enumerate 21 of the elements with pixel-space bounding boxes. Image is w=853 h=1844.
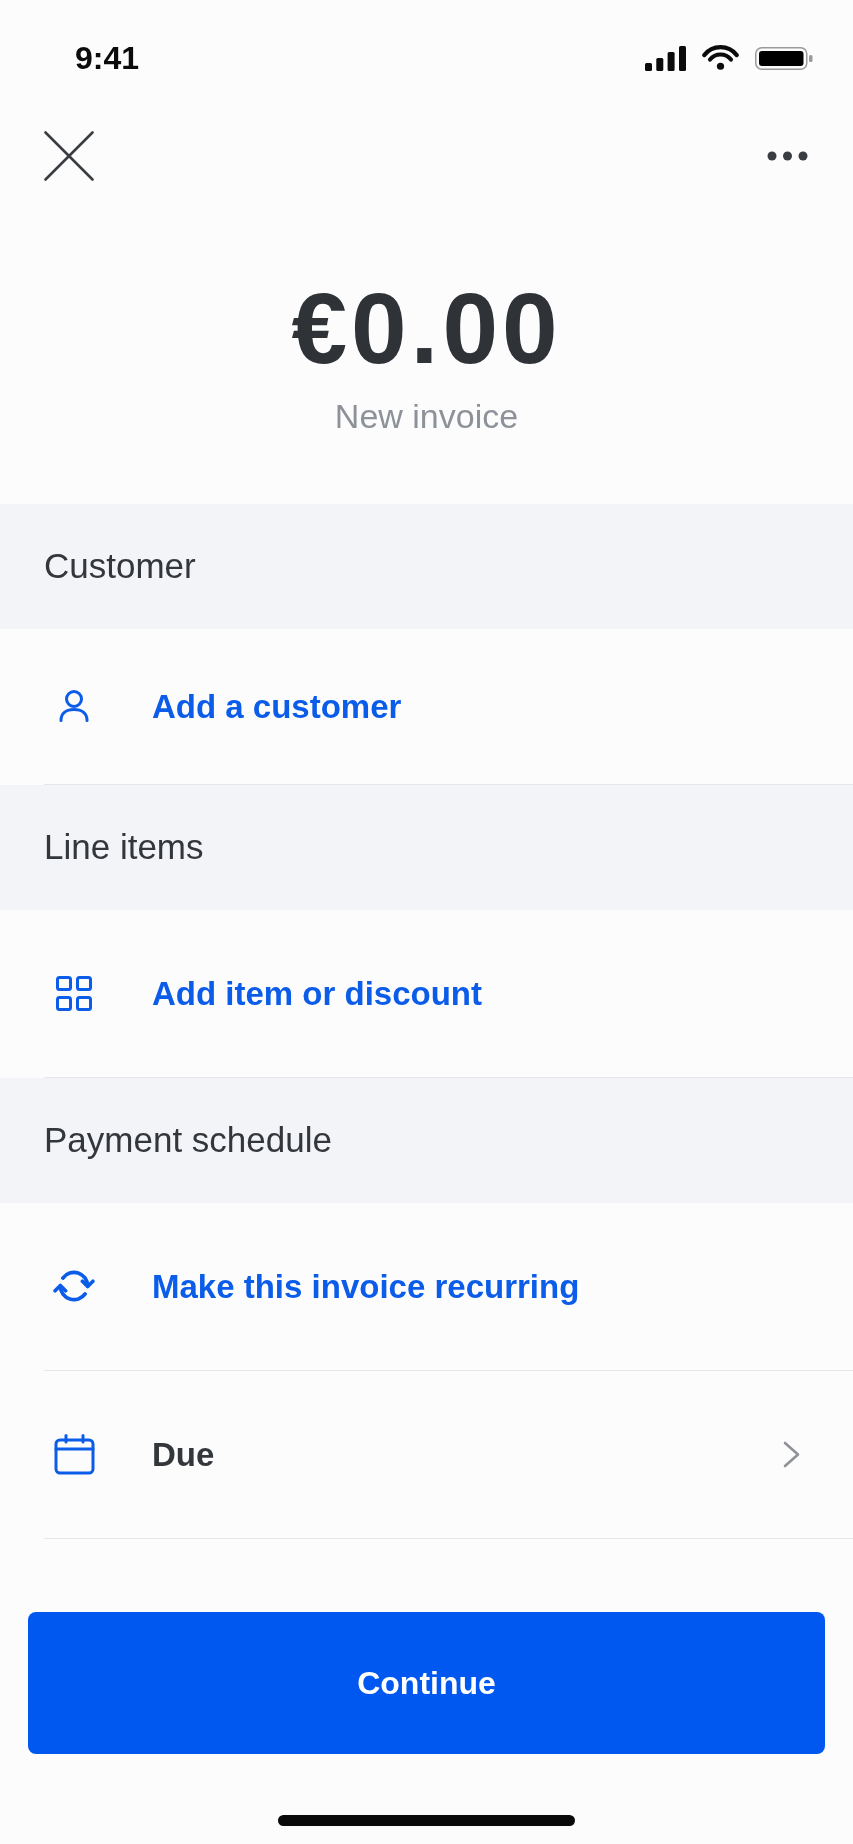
amount-text: €0.00: [291, 278, 562, 378]
action-link[interactable]: Add item or discount: [152, 973, 482, 1014]
section-header: Line items: [0, 784, 853, 910]
status-time: 9:41: [75, 40, 140, 76]
invoice-subtitle: New invoice: [334, 396, 519, 437]
chevron-right-icon: [782, 1439, 801, 1469]
close-icon[interactable]: [44, 131, 94, 181]
person-icon: [59, 690, 89, 723]
wifi-icon: [702, 45, 739, 71]
section-header: Customer: [0, 503, 853, 629]
section-header: Payment schedule: [0, 1077, 853, 1203]
row-label[interactable]: Due: [152, 1434, 215, 1475]
refresh-icon: [53, 1270, 95, 1303]
grid-icon: [56, 975, 92, 1011]
action-link[interactable]: Make this invoice recurring: [152, 1266, 580, 1307]
battery-icon: [755, 46, 813, 70]
action-link[interactable]: Add a customer: [152, 686, 402, 727]
calendar-icon: [53, 1433, 95, 1475]
signal-icon: [645, 45, 686, 71]
more-icon[interactable]: [767, 151, 808, 161]
continue-button[interactable]: Continue: [28, 1611, 825, 1754]
